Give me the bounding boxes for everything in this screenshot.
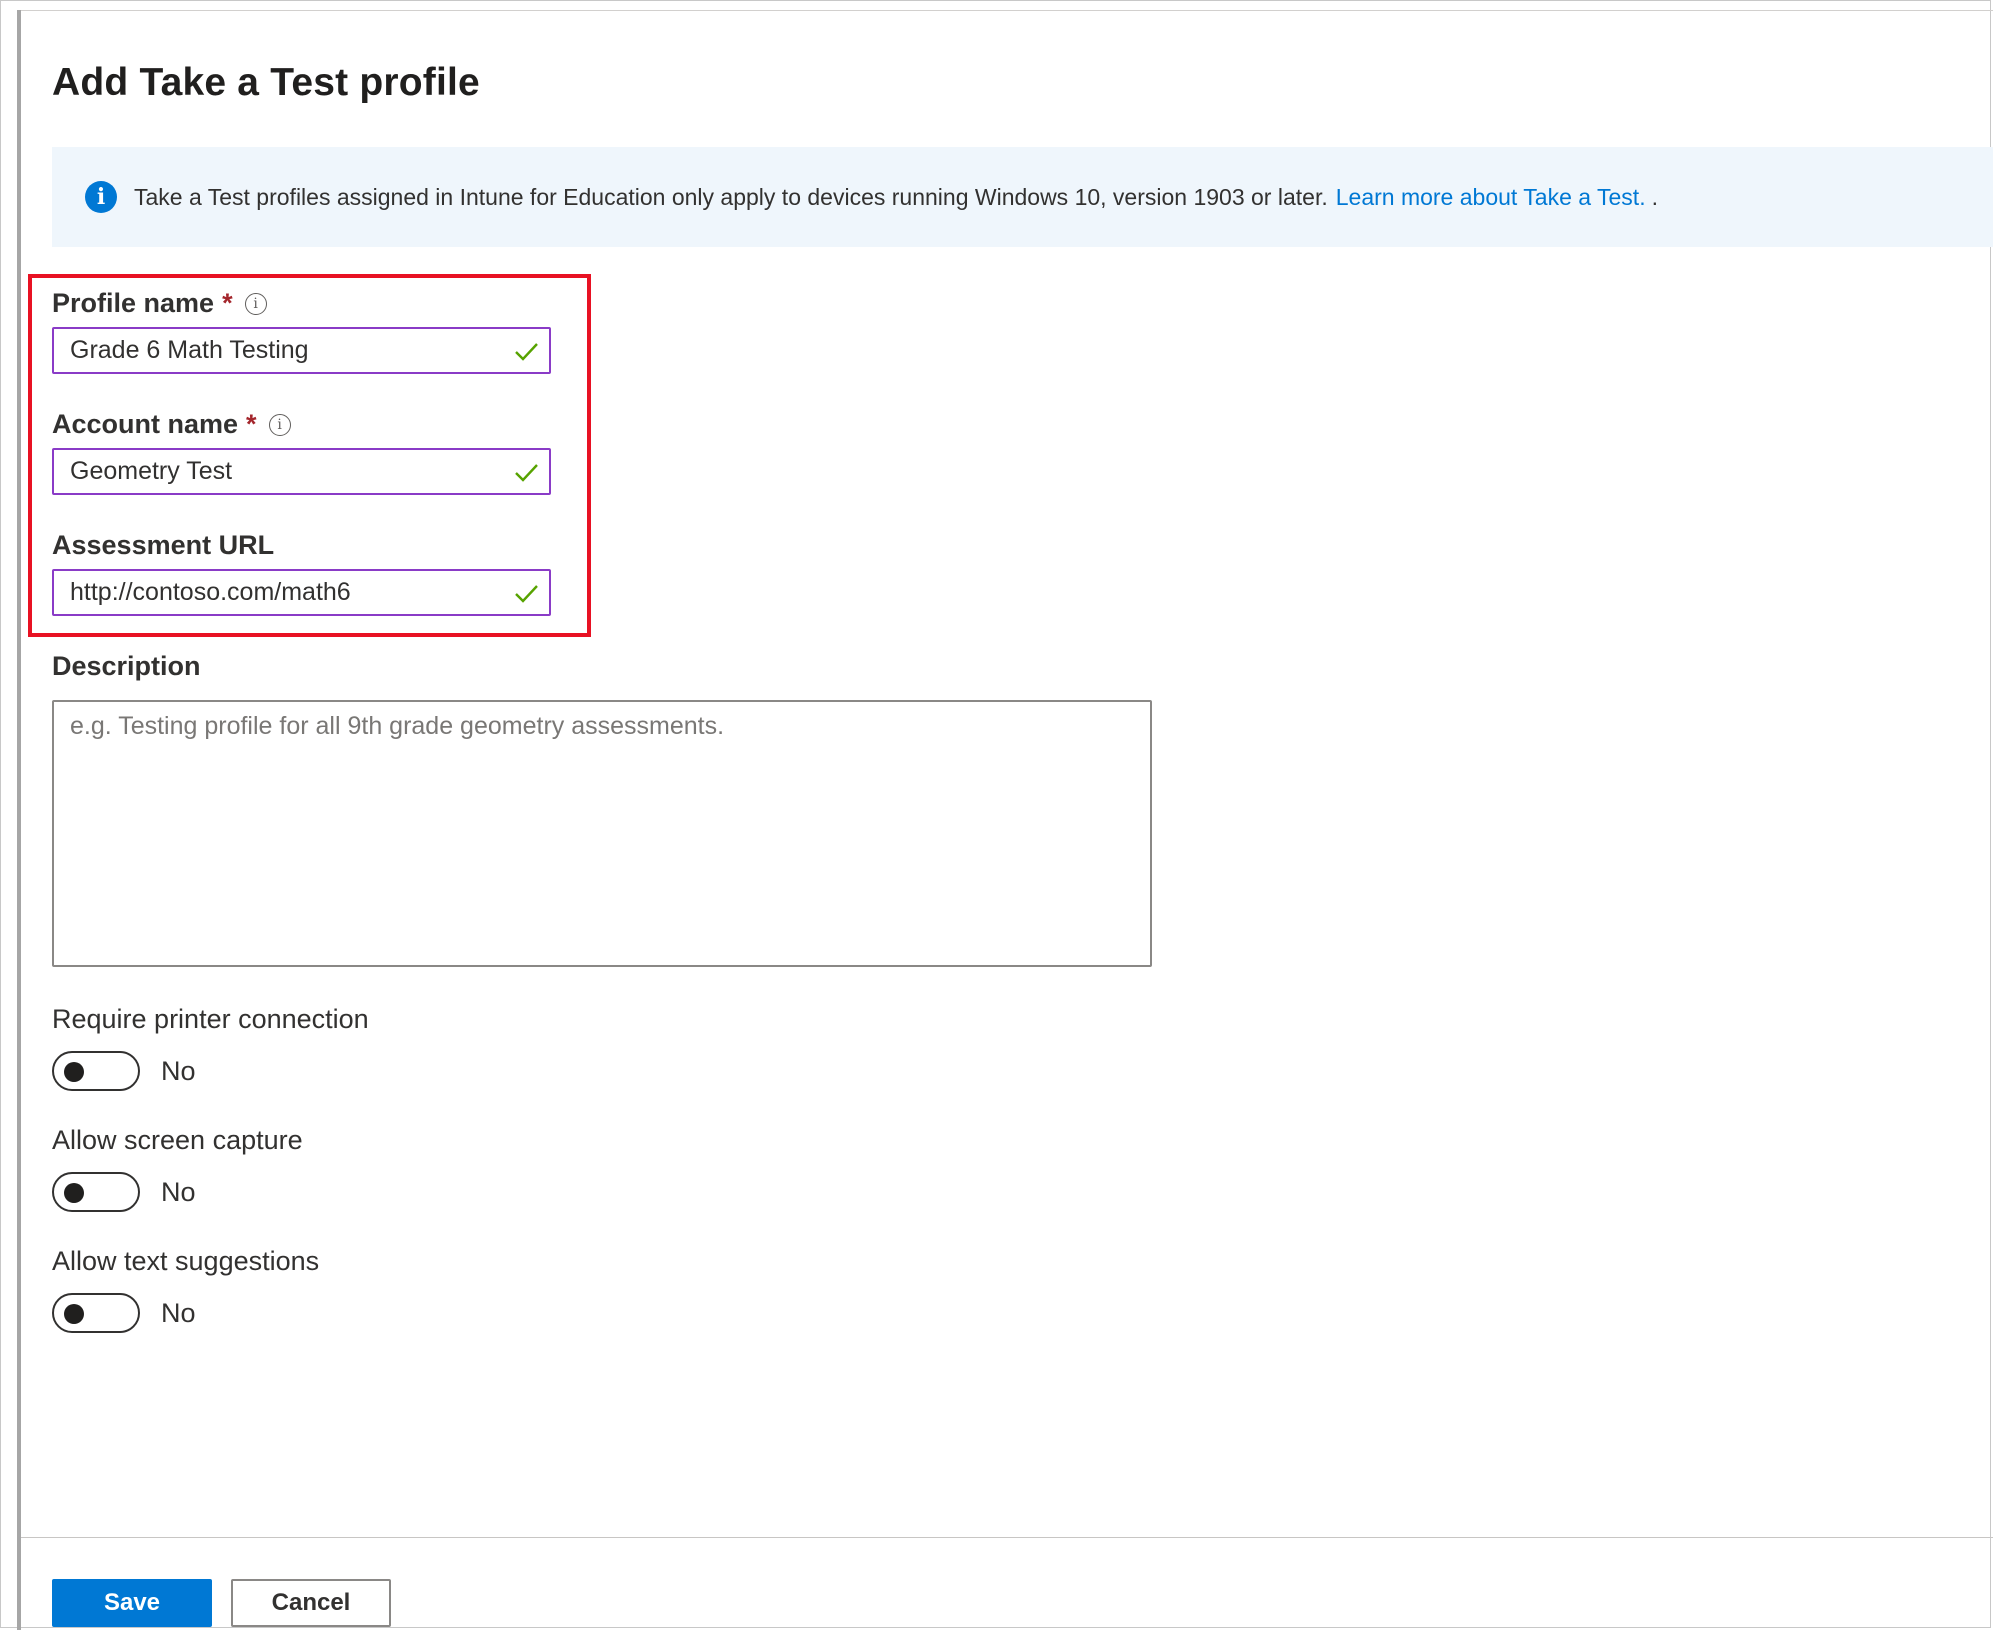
allow-text-suggestions-row: No — [52, 1293, 196, 1333]
profile-name-label: Profile name — [52, 288, 215, 318]
add-profile-panel: Add Take a Test profile i Take a Test pr… — [21, 11, 1993, 1630]
info-tooltip-icon[interactable]: i — [244, 292, 267, 315]
description-label-row: Description — [52, 651, 201, 682]
allow-text-suggestions-toggle[interactable] — [52, 1293, 140, 1333]
description-label: Description — [52, 651, 201, 681]
assessment-url-input[interactable]: http://contoso.com/math6 — [52, 569, 551, 616]
info-message: Take a Test profiles assigned in Intune … — [134, 183, 1328, 210]
required-marker: * — [246, 409, 257, 439]
info-icon: i — [85, 181, 117, 213]
allow-screen-capture-state: No — [161, 1176, 196, 1207]
profile-name-input[interactable]: Grade 6 Math Testing — [52, 327, 551, 374]
info-tooltip-icon[interactable]: i — [268, 413, 291, 436]
allow-text-suggestions-label: Allow text suggestions — [52, 1246, 320, 1276]
allow-screen-capture-toggle[interactable] — [52, 1172, 140, 1212]
learn-more-link[interactable]: Learn more about Take a Test. — [1336, 184, 1646, 211]
toggle-knob — [64, 1183, 84, 1203]
require-printer-state: No — [161, 1055, 196, 1086]
profile-name-value: Grade 6 Math Testing — [70, 336, 309, 364]
require-printer-row: No — [52, 1051, 196, 1091]
info-banner: i Take a Test profiles assigned in Intun… — [52, 147, 1993, 247]
page-title: Add Take a Test profile — [52, 61, 480, 104]
footer-divider — [21, 1537, 1993, 1538]
info-trailing: . — [1651, 183, 1658, 210]
account-name-label-row: Account name * i — [52, 409, 291, 440]
account-name-input[interactable]: Geometry Test — [52, 448, 551, 495]
cancel-button[interactable]: Cancel — [231, 1579, 391, 1627]
assessment-url-value: http://contoso.com/math6 — [70, 578, 351, 606]
require-printer-label: Require printer connection — [52, 1004, 369, 1034]
required-marker: * — [222, 288, 233, 318]
require-printer-toggle[interactable] — [52, 1051, 140, 1091]
allow-text-suggestions-state: No — [161, 1297, 196, 1328]
valid-check-icon — [515, 584, 538, 603]
save-button[interactable]: Save — [52, 1579, 212, 1627]
valid-check-icon — [515, 342, 538, 361]
toggle-knob — [64, 1304, 84, 1324]
assessment-url-label-row: Assessment URL — [52, 530, 274, 561]
allow-screen-capture-label: Allow screen capture — [52, 1125, 303, 1155]
allow-screen-capture-row: No — [52, 1172, 196, 1212]
profile-name-label-row: Profile name * i — [52, 288, 267, 319]
assessment-url-label: Assessment URL — [52, 530, 275, 560]
toggle-knob — [64, 1062, 84, 1082]
description-textarea[interactable]: e.g. Testing profile for all 9th grade g… — [52, 700, 1152, 967]
description-placeholder: e.g. Testing profile for all 9th grade g… — [70, 712, 725, 740]
account-name-value: Geometry Test — [70, 457, 233, 485]
valid-check-icon — [515, 463, 538, 482]
account-name-label: Account name — [52, 409, 239, 439]
